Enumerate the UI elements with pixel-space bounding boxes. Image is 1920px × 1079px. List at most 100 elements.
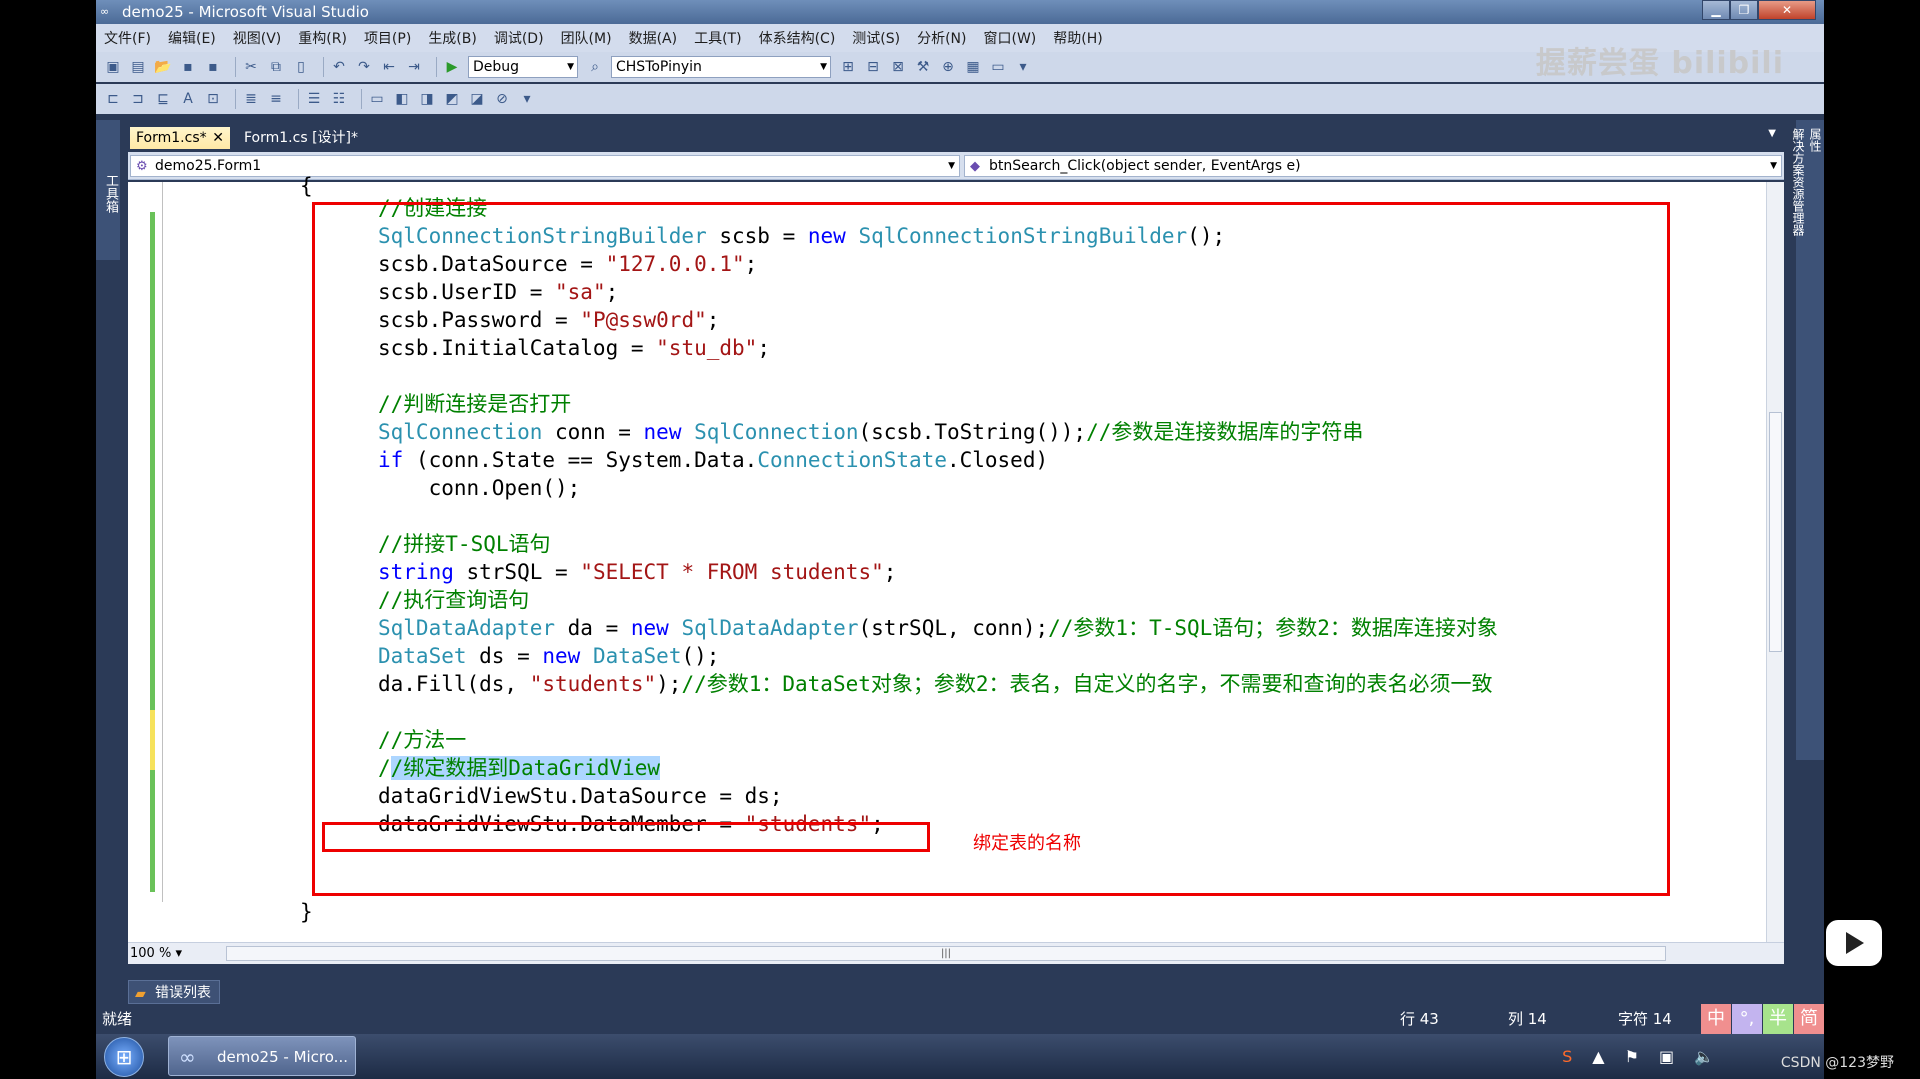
menu-project[interactable]: 项目(P) [364,28,411,48]
bookmark-icon[interactable]: ▭ [368,90,386,108]
layout-toolbar: ⊏ ⊐ ⊑ A ⊡ ≣ ≡ ☰ ☷ ▭ ◧ ◨ ◩ ◪ ⊘ ▾ [96,84,1824,114]
align-lefts-icon[interactable]: ⊏ [104,90,122,108]
ime-half-width-mode[interactable]: 半 [1763,1004,1793,1034]
sogou-ime-icon[interactable]: S [1562,1047,1572,1066]
add-item-icon[interactable]: ▤ [129,58,147,76]
tab-dropdown-icon[interactable]: ▼ [1768,128,1776,139]
action-center-icon[interactable]: ⚑ [1625,1047,1639,1066]
new-project-icon[interactable]: ▣ [104,58,122,76]
prev-bookmark-folder-icon[interactable]: ◩ [443,90,461,108]
solution-explorer-icon[interactable]: ⊞ [839,58,857,76]
type-dropdown[interactable]: ⚙ demo25.Form1 ▼ [130,155,960,177]
properties-icon[interactable]: ⊟ [864,58,882,76]
highlight-box [312,202,1670,896]
desktop-screen: ∞ demo25 - Microsoft Visual Studio ▁ ❐ ✕… [96,0,1824,1079]
vertical-scrollbar[interactable] [1766,182,1784,942]
comment-lines-icon[interactable]: ☰ [305,90,323,108]
maximize-button[interactable]: ❐ [1730,0,1758,20]
error-list-tab[interactable]: ▰ 错误列表 [128,980,220,1004]
size-to-grid-icon[interactable]: ⊡ [204,90,222,108]
menu-refactor[interactable]: 重构(R) [298,28,347,48]
properties-side-tab[interactable]: 属性 [1807,128,1824,740]
cut-icon[interactable]: ✂ [242,58,260,76]
code-token: { [300,174,313,198]
undo-icon[interactable]: ↶ [330,58,348,76]
save-all-icon[interactable]: ▪ [204,58,222,76]
menu-debug[interactable]: 调试(D) [494,28,544,48]
menu-view[interactable]: 视图(V) [233,28,282,48]
tab-form1-cs[interactable]: Form1.cs* ✕ [130,127,230,149]
start-button[interactable]: ⊞ [104,1037,144,1077]
start-page-icon[interactable]: ▦ [964,58,982,76]
menu-edit[interactable]: 编辑(E) [168,28,216,48]
redo-icon[interactable]: ↷ [355,58,373,76]
zoom-select[interactable]: 100 % ▾ [130,945,204,963]
unsaved-changes-bar [150,710,155,770]
scroll-thumb[interactable] [1769,412,1782,652]
network-icon[interactable]: ▣ [1659,1047,1674,1066]
solution-configuration-select[interactable]: Debug ▼ [468,56,578,78]
menu-build[interactable]: 生成(B) [428,28,477,48]
volume-icon[interactable]: 🔈 [1694,1047,1714,1066]
menu-team[interactable]: 团队(M) [561,28,612,48]
open-file-icon[interactable]: 📂 [154,58,172,76]
navigation-bar: ⚙ demo25.Form1 ▼ ◆ btnSearch_Click(objec… [128,152,1784,180]
toolbar-options-icon[interactable]: ▾ [1014,58,1032,76]
uncomment-lines-icon[interactable]: ☷ [330,90,348,108]
close-tab-icon[interactable]: ✕ [212,127,224,149]
paste-icon[interactable]: ▯ [292,58,310,76]
code-editor[interactable]: { //创建连接 SqlConnectionStringBuilder scsb… [128,174,1784,964]
toolbox-side-tab[interactable]: 工具箱 [96,120,120,260]
toolbar-separator [436,57,437,77]
prev-bookmark-icon[interactable]: ◧ [393,90,411,108]
show-hidden-icons-icon[interactable]: ▲ [1592,1047,1604,1066]
tab-form1-design[interactable]: Form1.cs [设计]* [238,127,364,149]
window-title: demo25 - Microsoft Visual Studio [122,3,369,21]
ime-simplified-mode[interactable]: 简 [1794,1004,1824,1034]
menu-tools[interactable]: 工具(T) [694,28,741,48]
align-rights-icon[interactable]: ⊑ [154,90,172,108]
scroll-thumb[interactable]: ||| [226,946,1666,961]
clear-bookmarks-icon[interactable]: ⊘ [493,90,511,108]
make-same-size-icon[interactable]: A [179,90,197,108]
outline-guide [162,182,163,902]
menu-analyze[interactable]: 分析(N) [917,28,966,48]
find-combo[interactable]: CHSToPinyin ▼ [611,56,831,78]
horizontal-scrollbar[interactable]: 100 % ▾ ||| [128,942,1784,964]
minimize-button[interactable]: ▁ [1702,0,1730,20]
tab-label: Form1.cs [设计]* [244,130,358,146]
close-button[interactable]: ✕ [1758,0,1816,20]
menu-data[interactable]: 数据(A) [629,28,678,48]
toolbar-options-icon[interactable]: ▾ [518,90,536,108]
save-icon[interactable]: ▪ [179,58,197,76]
outdent-icon[interactable]: ≡ [267,90,285,108]
next-bookmark-icon[interactable]: ◨ [418,90,436,108]
navigate-forward-icon[interactable]: ⇥ [405,58,423,76]
menu-window[interactable]: 窗口(W) [984,28,1037,48]
ime-punctuation-mode[interactable]: °, [1732,1004,1762,1034]
menu-test[interactable]: 测试(S) [852,28,900,48]
member-dropdown[interactable]: ◆ btnSearch_Click(object sender, EventAr… [964,155,1782,177]
solution-explorer-side-tab[interactable]: 解决方案资源管理器 [1790,128,1807,740]
align-centers-icon[interactable]: ⊐ [129,90,147,108]
chevron-down-icon: ▼ [1770,161,1777,171]
menu-architecture[interactable]: 体系结构(C) [759,28,836,48]
toolbox-icon[interactable]: ⚒ [914,58,932,76]
taskbar-item-visual-studio[interactable]: ∞ demo25 - Micro... [168,1036,356,1076]
copy-icon[interactable]: ⧉ [267,58,285,76]
next-bookmark-folder-icon[interactable]: ◪ [468,90,486,108]
video-play-button[interactable] [1826,920,1882,966]
extension-manager-icon[interactable]: ⊕ [939,58,957,76]
menu-help[interactable]: 帮助(H) [1053,28,1102,48]
find-in-files-icon[interactable]: ⌕ [586,58,604,76]
object-browser-icon[interactable]: ⊠ [889,58,907,76]
indent-icon[interactable]: ≣ [242,90,260,108]
start-debugging-icon[interactable]: ▶ [443,58,461,76]
type-dropdown-value: demo25.Form1 [155,158,262,174]
command-window-icon[interactable]: ▭ [989,58,1007,76]
navigate-backward-icon[interactable]: ⇤ [380,58,398,76]
toolbar-separator [235,57,236,77]
menu-file[interactable]: 文件(F) [104,28,151,48]
windows-logo-icon: ⊞ [115,1045,133,1069]
ime-chinese-mode[interactable]: 中 [1701,1004,1731,1034]
